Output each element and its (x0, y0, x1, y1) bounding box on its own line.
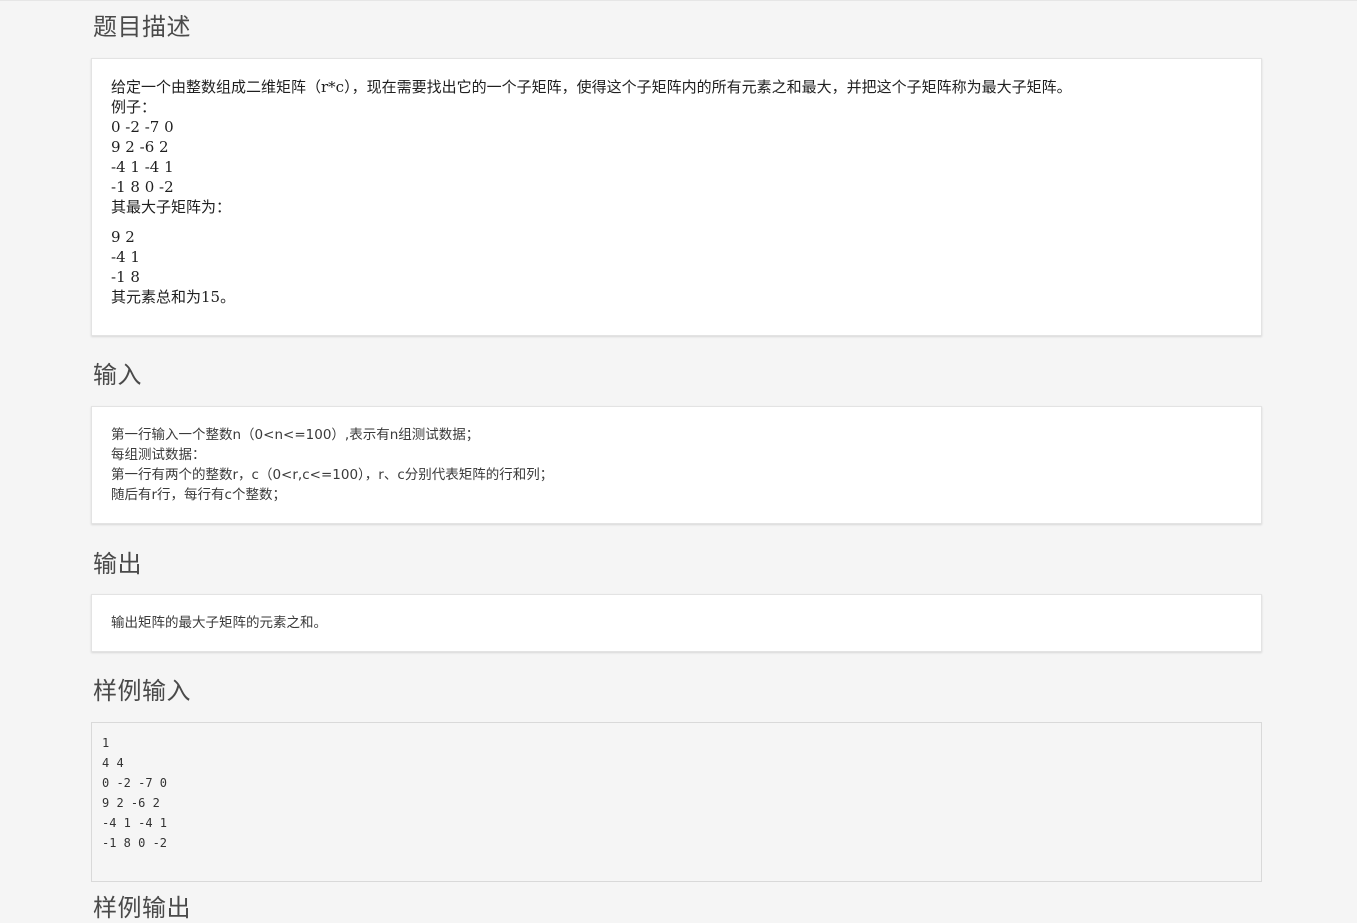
description-line: 9 2 (111, 228, 135, 246)
sample-input-line: -4 1 -4 1 (102, 816, 168, 830)
input-line: 第一行有两个的整数r，c（0<r,c<=100），r、c分别代表矩阵的行和列； (111, 467, 554, 483)
input-line: 每组测试数据： (111, 447, 206, 463)
description-panel: 给定一个由整数组成二维矩阵（r*c），现在需要找出它的一个子矩阵，使得这个子矩阵… (91, 58, 1262, 336)
description-line: 例子： (111, 98, 157, 116)
sample-input-line: 0 -2 -7 0 (102, 776, 168, 790)
description-line: -1 8 0 -2 (111, 178, 174, 196)
sample-input-line: -1 8 0 -2 (102, 836, 168, 850)
description-title: 题目描述 (93, 13, 191, 41)
description-line: 其元素总和为15。 (111, 288, 236, 306)
sample-output-title: 样例输出 (93, 894, 191, 922)
description-line: -1 8 (111, 268, 140, 286)
sample-input-line: 1 (102, 736, 110, 750)
sample-input-title: 样例输入 (93, 677, 191, 705)
description-line: -4 1 -4 1 (111, 158, 174, 176)
description-line: 其最大子矩阵为： (111, 198, 232, 216)
sample-input-line: 4 4 (102, 756, 124, 770)
input-line: 第一行输入一个整数n（0<n<=100）,表示有n组测试数据； (111, 427, 480, 443)
description-line: -4 1 (111, 248, 140, 266)
description-line: 0 -2 -7 0 (111, 118, 174, 136)
input-line: 随后有r行，每行有c个整数； (111, 487, 286, 503)
description-line: 9 2 -6 2 (111, 138, 169, 156)
problem-page: 题目描述 给定一个由整数组成二维矩阵（r*c），现在需要找出它的一个子矩阵，使得… (0, 1, 1357, 922)
description-line: 给定一个由整数组成二维矩阵（r*c），现在需要找出它的一个子矩阵，使得这个子矩阵… (111, 78, 1072, 96)
output-title: 输出 (93, 550, 142, 578)
sample-input-line: 9 2 -6 2 (102, 796, 160, 810)
input-panel: 第一行输入一个整数n（0<n<=100）,表示有n组测试数据； 每组测试数据： … (91, 406, 1262, 524)
output-line: 输出矩阵的最大子矩阵的元素之和。 (111, 615, 327, 631)
input-title: 输入 (93, 361, 142, 389)
sample-input-code-block[interactable]: 1 4 4 0 -2 -7 0 9 2 -6 2 -4 1 -4 1 -1 8 … (91, 722, 1262, 882)
output-panel: 输出矩阵的最大子矩阵的元素之和。 (91, 594, 1262, 652)
